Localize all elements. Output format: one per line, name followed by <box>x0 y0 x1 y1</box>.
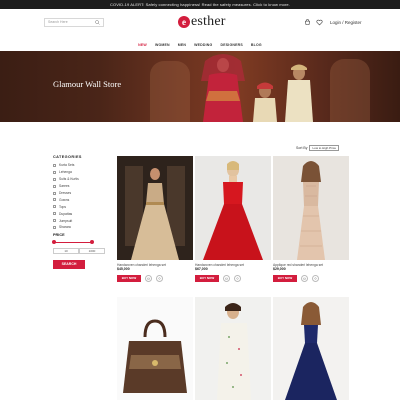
product-image[interactable] <box>195 297 271 400</box>
checkbox[interactable] <box>53 225 56 229</box>
banner-title: Glamour Wall Store <box>53 79 122 89</box>
account-links: Login / Register <box>330 19 362 26</box>
product-card[interactable]: Applique red shanderi lehenga set $29,00… <box>273 156 349 282</box>
slider-track <box>53 241 93 243</box>
register-link[interactable]: Register <box>345 20 362 25</box>
brand-logo[interactable]: e esther <box>178 14 226 30</box>
covid-alert-bar[interactable]: COVID-19 ALERT: Safely connecting happin… <box>0 0 400 9</box>
slider-min-handle[interactable] <box>52 240 56 245</box>
product-image[interactable] <box>117 297 193 400</box>
category-filter[interactable]: Lehenga <box>53 169 105 176</box>
slider-max-handle[interactable] <box>90 240 94 245</box>
checkbox[interactable] <box>53 191 56 195</box>
add-to-cart-icon[interactable] <box>145 275 152 282</box>
nav-item-blog[interactable]: BLOG <box>251 40 262 50</box>
hero-banner: Glamour Wall Store <box>0 51 400 122</box>
product-image[interactable] <box>273 297 349 400</box>
logo-text: esther <box>191 14 226 29</box>
checkbox[interactable] <box>53 170 56 174</box>
category-filter[interactable]: Kurta Sets <box>53 162 105 169</box>
sort-control: Sort By Low to High Price <box>296 145 339 151</box>
search-input[interactable]: Search Here <box>44 18 104 27</box>
product-actions: BUY NOW <box>273 275 349 282</box>
nav-item-wedding[interactable]: WEDDING <box>194 40 212 50</box>
category-filter[interactable]: Dupattas <box>53 210 105 217</box>
search-icon[interactable] <box>95 20 100 25</box>
checkbox[interactable] <box>53 198 56 202</box>
search-placeholder: Search Here <box>48 20 68 24</box>
price-inputs: 10 1000 <box>53 247 105 254</box>
category-label: Sharara <box>59 225 71 230</box>
price-heading: PRICE <box>53 232 65 237</box>
filter-sidebar: CATEGORIES Kurta Sets Lehenga Suits & Ku… <box>52 155 105 269</box>
category-label: Sarees <box>59 184 70 189</box>
product-image[interactable] <box>117 156 193 260</box>
price-range-slider[interactable] <box>52 240 94 245</box>
login-link[interactable]: Login <box>330 20 341 25</box>
cart-icon[interactable] <box>304 19 311 26</box>
product-actions: BUY NOW <box>117 275 193 282</box>
logo-mark: e <box>178 16 190 28</box>
product-card[interactable]: Handwoven chanderi lehenga set $67,000 B… <box>195 156 271 282</box>
category-label: Jumpsuit <box>59 218 73 223</box>
category-label: Gowns <box>59 197 70 202</box>
add-to-cart-icon[interactable] <box>301 275 308 282</box>
banner-couple-image <box>201 54 313 122</box>
checkbox[interactable] <box>53 177 56 181</box>
checkbox[interactable] <box>53 205 56 209</box>
product-price: $29,000 <box>273 267 286 271</box>
category-label: Kurta Sets <box>59 163 75 168</box>
product-image[interactable] <box>195 156 271 260</box>
product-price: $45,000 <box>117 267 130 271</box>
product-actions: BUY NOW <box>195 275 271 282</box>
category-label: Lehenga <box>59 170 72 175</box>
category-label: Dupattas <box>59 211 73 216</box>
buy-now-button[interactable]: BUY NOW <box>195 275 219 282</box>
checkbox[interactable] <box>53 212 56 216</box>
product-price: $67,000 <box>195 267 208 271</box>
product-image[interactable] <box>273 156 349 260</box>
add-to-cart-icon[interactable] <box>223 275 230 282</box>
banner-arch <box>150 61 190 122</box>
quick-view-icon[interactable] <box>156 275 163 282</box>
buy-now-button[interactable]: BUY NOW <box>117 275 141 282</box>
price-max-field[interactable]: 1000 <box>79 247 105 254</box>
quick-view-icon[interactable] <box>234 275 241 282</box>
filter-search-button[interactable]: SEARCH <box>53 259 85 269</box>
category-filter[interactable]: Jumpsuit <box>53 217 105 224</box>
product-card[interactable]: Handwoven chanderi lehenga set $45,000 B… <box>117 156 193 282</box>
buy-now-button[interactable]: BUY NOW <box>273 275 297 282</box>
wishlist-heart-icon[interactable] <box>316 19 323 26</box>
nav-item-new[interactable]: NEW <box>138 40 147 50</box>
category-filter[interactable]: Dresses <box>53 190 105 197</box>
category-label: Dresses <box>59 191 72 195</box>
category-filter[interactable]: Suits & Kurtis <box>53 176 105 183</box>
site-header: Search Here e esther Login / Register NE… <box>0 9 400 51</box>
sort-label: Sort By <box>296 146 308 150</box>
category-filter[interactable]: Gowns <box>53 196 105 203</box>
nav-item-designers[interactable]: DESIGNERS <box>220 40 242 50</box>
nav-item-women[interactable]: WOMEN <box>155 40 170 50</box>
category-filter[interactable]: Sharara <box>53 224 105 231</box>
category-filter[interactable]: Sarees <box>53 183 105 190</box>
categories-heading: CATEGORIES <box>53 155 82 159</box>
price-min-field[interactable]: 10 <box>53 247 79 254</box>
category-label: Tops <box>59 204 66 209</box>
checkbox[interactable] <box>53 163 56 167</box>
checkbox[interactable] <box>53 219 56 223</box>
main-nav: NEW WOMEN MEN WEDDING DESIGNERS BLOG <box>0 40 400 50</box>
category-label: Suits & Kurtis <box>59 177 79 182</box>
category-filter[interactable]: Tops <box>53 203 105 210</box>
sort-select[interactable]: Low to High Price <box>309 145 339 151</box>
nav-item-men[interactable]: MEN <box>178 40 186 50</box>
checkbox[interactable] <box>53 184 56 188</box>
quick-view-icon[interactable] <box>312 275 319 282</box>
